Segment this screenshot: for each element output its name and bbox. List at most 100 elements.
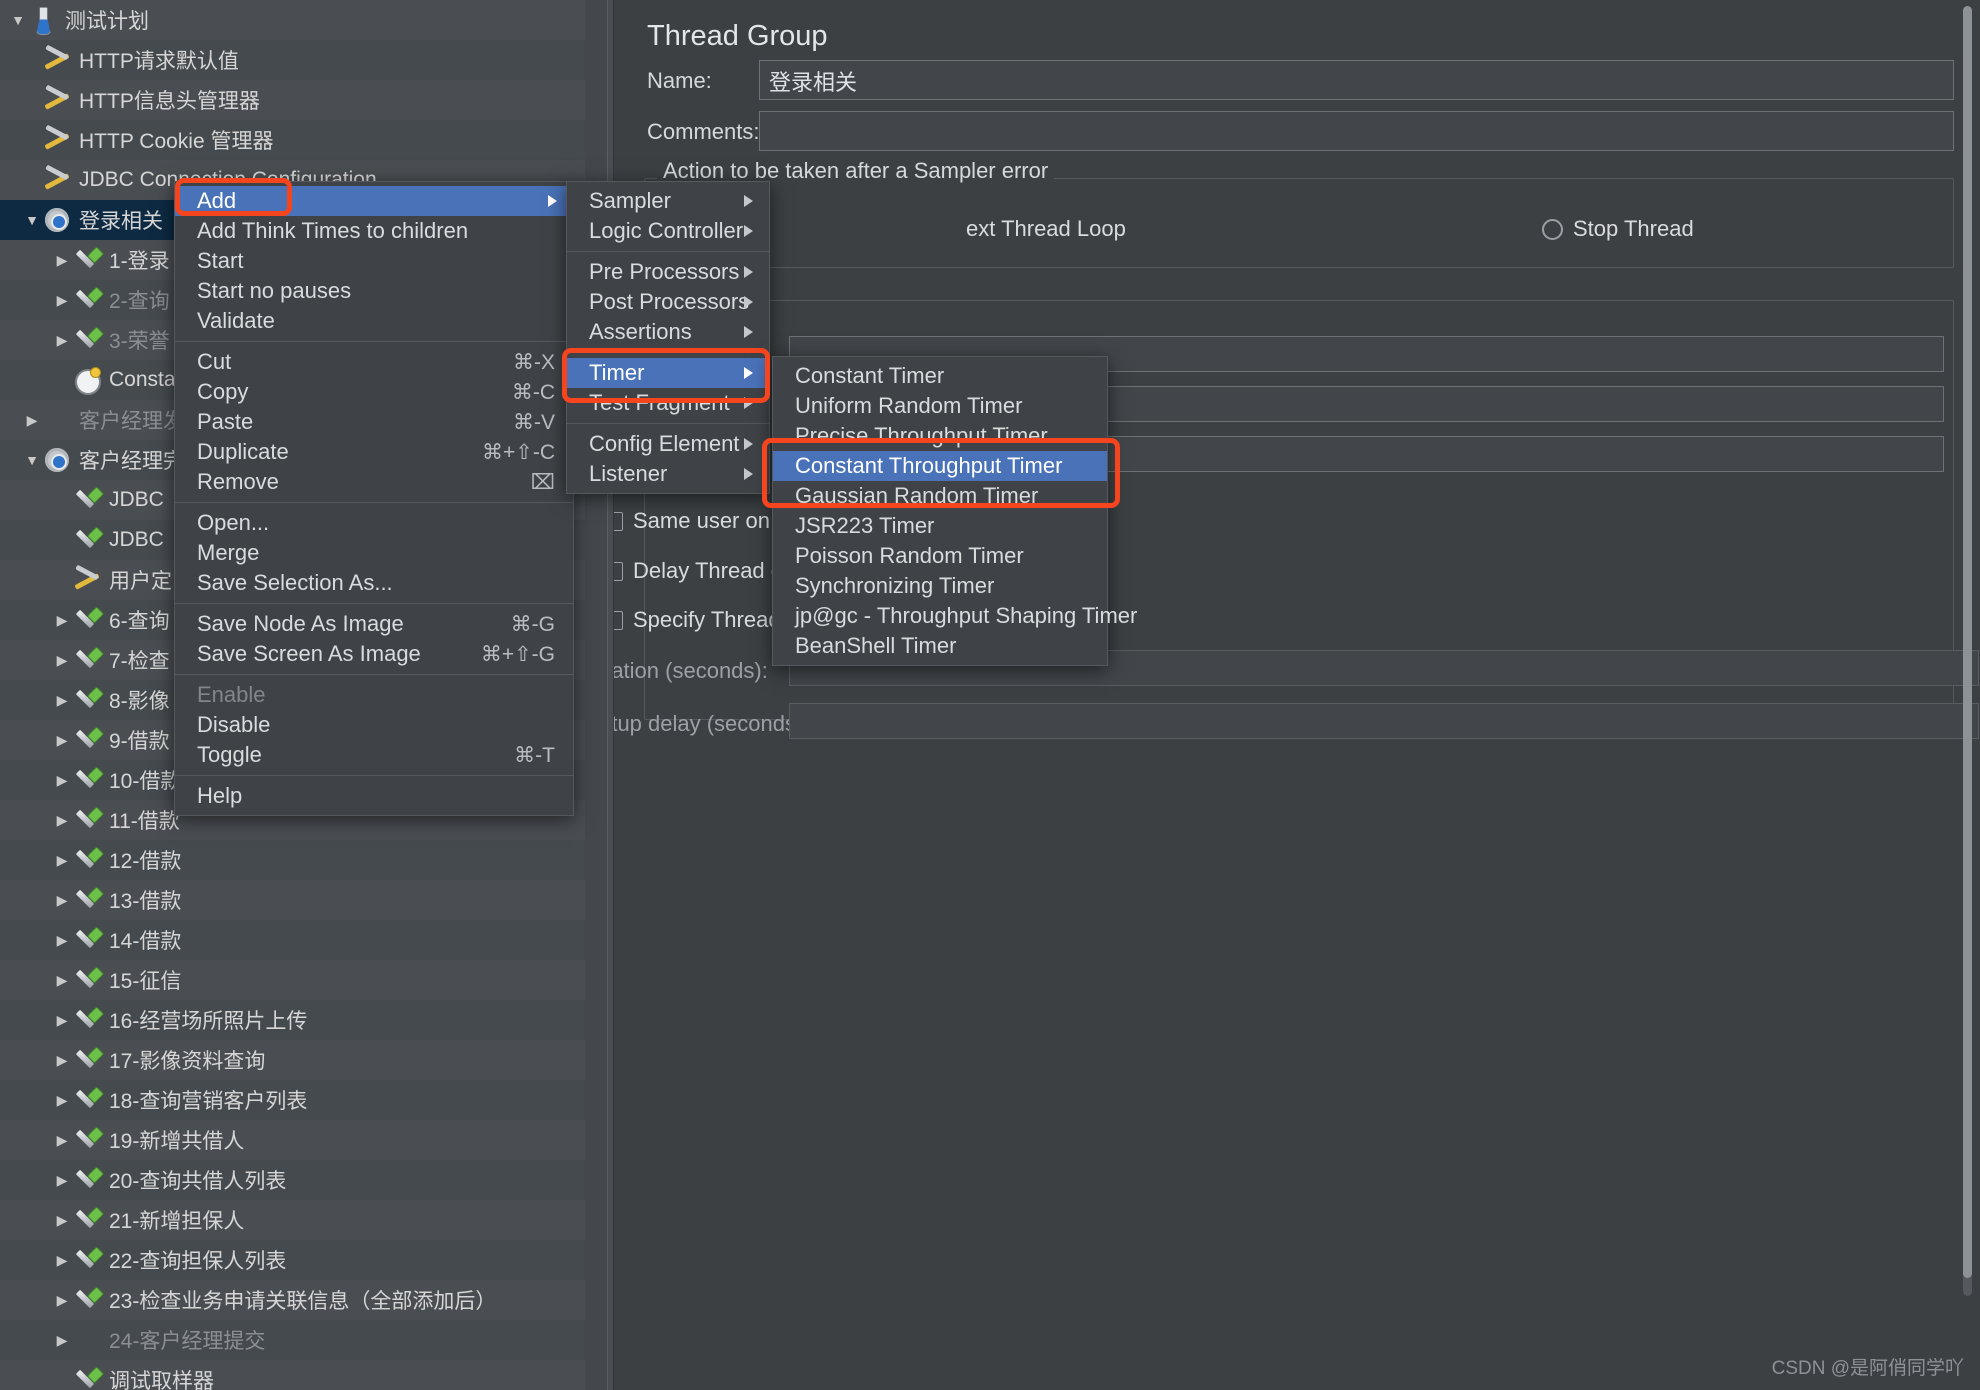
twisty-collapsed-icon[interactable]: ▶ xyxy=(52,812,72,829)
timer-menu-item-gaussian-random-timer[interactable]: Gaussian Random Timer xyxy=(773,481,1107,511)
timer-menu-item-synchronizing-timer[interactable]: Synchronizing Timer xyxy=(773,571,1107,601)
twisty-collapsed-icon[interactable]: ▶ xyxy=(52,1292,72,1309)
add-submenu[interactable]: Sampler Logic Controller Pre Processors Pos… xyxy=(566,181,770,494)
context-menu-item-save-node-as-image[interactable]: Save Node As Image ⌘-G xyxy=(175,609,573,639)
context-menu-item-validate[interactable]: Validate xyxy=(175,306,573,336)
context-menu-item-open[interactable]: Open... xyxy=(175,508,573,538)
context-menu-item-paste[interactable]: Paste ⌘-V xyxy=(175,407,573,437)
tree-item[interactable]: ▶ 19-新增共借人 xyxy=(0,1120,600,1160)
twisty-collapsed-icon[interactable]: ▶ xyxy=(52,772,72,789)
app-window: Thread Group Name: 登录相关 Comments: Action… xyxy=(0,0,1980,1390)
tree-item[interactable]: HTTP信息头管理器 xyxy=(0,80,600,120)
twisty-collapsed-icon[interactable]: ▶ xyxy=(52,892,72,909)
context-menu-item-merge[interactable]: Merge xyxy=(175,538,573,568)
context-menu-item-add[interactable]: Add xyxy=(175,186,573,216)
tree-item[interactable]: ▶ 18-查询营销客户列表 xyxy=(0,1080,600,1120)
twisty-collapsed-icon[interactable]: ▶ xyxy=(52,652,72,669)
timer-menu-item-beanshell-timer[interactable]: BeanShell Timer xyxy=(773,631,1107,661)
context-menu-item-help[interactable]: Help xyxy=(175,781,573,811)
tree-item[interactable]: ▶ 20-查询共借人列表 xyxy=(0,1160,600,1200)
timer-menu-item-jp-gc-throughput-shaping-timer[interactable]: jp@gc - Throughput Shaping Timer xyxy=(773,601,1137,631)
timer-menu-item-precise-throughput-timer[interactable]: Precise Throughput Timer xyxy=(773,421,1107,451)
menu-separator xyxy=(567,251,769,252)
tree-scrollbar[interactable] xyxy=(1963,6,1972,1296)
context-menu-item-save-selection-as[interactable]: Save Selection As... xyxy=(175,568,573,598)
tree-item[interactable]: ▶ 23-检查业务申请关联信息（全部添加后） xyxy=(0,1280,600,1320)
context-menu-item-toggle[interactable]: Toggle ⌘-T xyxy=(175,740,573,770)
radio-stop-thread[interactable]: Stop Thread xyxy=(934,216,1694,242)
context-menu-item-remove[interactable]: Remove ⌧ xyxy=(175,467,573,497)
context-menu-item-copy[interactable]: Copy ⌘-C xyxy=(175,377,573,407)
tree-item[interactable]: ▶ 15-征信 xyxy=(0,960,600,1000)
twisty-collapsed-icon[interactable]: ▶ xyxy=(52,292,72,309)
context-menu-item-duplicate[interactable]: Duplicate ⌘+⇧-C xyxy=(175,437,573,467)
twisty-collapsed-icon[interactable]: ▶ xyxy=(52,732,72,749)
twisty-expanded-icon[interactable]: ▼ xyxy=(8,12,28,28)
tree-scrollbar-thumb[interactable] xyxy=(1963,6,1972,1278)
twisty-collapsed-icon[interactable]: ▶ xyxy=(52,1172,72,1189)
twisty-collapsed-icon[interactable]: ▶ xyxy=(22,412,42,429)
tree-item[interactable]: 调试取样器 xyxy=(0,1360,600,1390)
twisty-collapsed-icon[interactable]: ▶ xyxy=(52,972,72,989)
twisty-collapsed-icon[interactable]: ▶ xyxy=(52,332,72,349)
timer-menu-item-jsr223-timer[interactable]: JSR223 Timer xyxy=(773,511,1107,541)
twisty-collapsed-icon[interactable]: ▶ xyxy=(52,932,72,949)
comments-input[interactable] xyxy=(759,111,1954,151)
pipette-icon xyxy=(72,1205,102,1235)
context-menu-item-cut[interactable]: Cut ⌘-X xyxy=(175,347,573,377)
add-menu-item-logic-controller[interactable]: Logic Controller xyxy=(567,216,769,246)
twisty-collapsed-icon[interactable]: ▶ xyxy=(52,1092,72,1109)
timer-menu-item-constant-timer[interactable]: Constant Timer xyxy=(773,361,1107,391)
name-input[interactable]: 登录相关 xyxy=(759,60,1954,100)
add-menu-item-timer[interactable]: Timer xyxy=(567,358,769,388)
tree-item[interactable]: ▶ 24-客户经理提交 xyxy=(0,1320,600,1360)
context-menu-item-save-screen-as-image[interactable]: Save Screen As Image ⌘+⇧-G xyxy=(175,639,573,669)
menu-item-shortcut: ⌘-V xyxy=(513,410,555,434)
tree-item[interactable]: ▶ 14-借款 xyxy=(0,920,600,960)
startup-delay-input[interactable] xyxy=(789,703,1979,739)
context-menu[interactable]: Add Add Think Times to children Start Start… xyxy=(174,181,574,816)
context-menu-item-start[interactable]: Start xyxy=(175,246,573,276)
menu-separator xyxy=(567,423,769,424)
menu-item-label: Validate xyxy=(197,308,275,333)
add-menu-item-listener[interactable]: Listener xyxy=(567,459,769,489)
add-menu-item-pre-processors[interactable]: Pre Processors xyxy=(567,257,769,287)
twisty-expanded-icon[interactable]: ▼ xyxy=(22,452,42,468)
context-menu-item-start-no-pauses[interactable]: Start no pauses xyxy=(175,276,573,306)
twisty-collapsed-icon[interactable]: ▶ xyxy=(52,852,72,869)
timer-submenu[interactable]: Constant Timer Uniform Random Timer Precis… xyxy=(772,356,1137,666)
twisty-collapsed-icon[interactable]: ▶ xyxy=(52,692,72,709)
timer-menu-item-poisson-random-timer[interactable]: Poisson Random Timer xyxy=(773,541,1107,571)
tree-item[interactable]: ▶ 12-借款 xyxy=(0,840,600,880)
tree-item[interactable]: ▶ 22-查询担保人列表 xyxy=(0,1240,600,1280)
timer-menu-item-constant-throughput-timer[interactable]: Constant Throughput Timer xyxy=(773,451,1107,481)
tree-item-label: 13-借款 xyxy=(109,890,182,913)
tree-item-label: 11-借款 xyxy=(109,810,180,833)
tree-item[interactable]: HTTP请求默认值 xyxy=(0,40,600,80)
tree-item[interactable]: ▶ 16-经营场所照片上传 xyxy=(0,1000,600,1040)
add-menu-item-sampler[interactable]: Sampler xyxy=(567,186,769,216)
tree-item[interactable]: ▼ 测试计划 xyxy=(0,0,600,40)
context-menu-item-add-think-times-to-children[interactable]: Add Think Times to children xyxy=(175,216,573,246)
twisty-collapsed-icon[interactable]: ▶ xyxy=(52,1332,72,1349)
twisty-collapsed-icon[interactable]: ▶ xyxy=(52,1252,72,1269)
add-menu-item-post-processors[interactable]: Post Processors xyxy=(567,287,769,317)
add-menu-item-test-fragment[interactable]: Test Fragment xyxy=(567,388,769,418)
twisty-collapsed-icon[interactable]: ▶ xyxy=(52,1012,72,1029)
twisty-collapsed-icon[interactable]: ▶ xyxy=(52,612,72,629)
tree-item[interactable]: ▶ 13-借款 xyxy=(0,880,600,920)
twisty-collapsed-icon[interactable]: ▶ xyxy=(52,1132,72,1149)
twisty-collapsed-icon[interactable]: ▶ xyxy=(52,1052,72,1069)
twisty-collapsed-icon[interactable]: ▶ xyxy=(52,1212,72,1229)
tree-item-label: 18-查询营销客户列表 xyxy=(109,1090,308,1113)
twisty-expanded-icon[interactable]: ▼ xyxy=(22,212,42,228)
tree-item[interactable]: HTTP Cookie 管理器 xyxy=(0,120,600,160)
timer-menu-item-uniform-random-timer[interactable]: Uniform Random Timer xyxy=(773,391,1107,421)
add-menu-item-assertions[interactable]: Assertions xyxy=(567,317,769,347)
context-menu-item-disable[interactable]: Disable xyxy=(175,710,573,740)
tree-item[interactable]: ▶ 17-影像资料查询 xyxy=(0,1040,600,1080)
twisty-collapsed-icon[interactable]: ▶ xyxy=(52,252,72,269)
add-menu-item-config-element[interactable]: Config Element xyxy=(567,429,769,459)
duration-label: ration (seconds): xyxy=(604,658,768,683)
tree-item[interactable]: ▶ 21-新增担保人 xyxy=(0,1200,600,1240)
